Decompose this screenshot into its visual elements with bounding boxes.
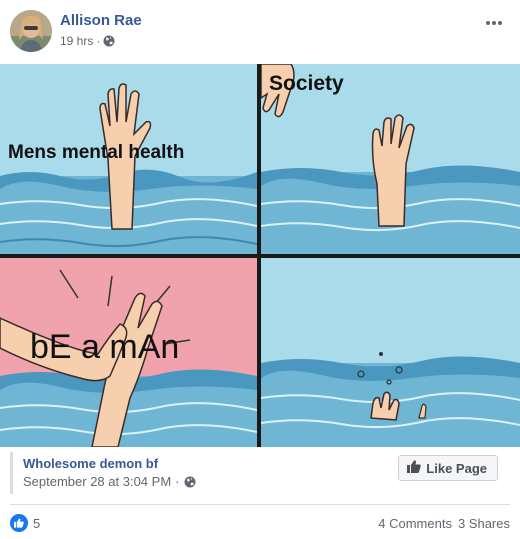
panel-1-caption: Mens mental health <box>8 142 185 163</box>
comments-count[interactable]: 4 Comments <box>378 516 452 531</box>
post-meta: 19 hrs · <box>60 34 115 48</box>
post-header: Allison Rae 19 hrs · <box>0 0 520 62</box>
meme-panel-2: Society <box>261 64 520 254</box>
globe-icon[interactable] <box>184 476 196 488</box>
author-name[interactable]: Allison Rae <box>60 12 142 29</box>
meme-panel-4 <box>261 258 520 447</box>
source-meta-separator: · <box>175 474 180 489</box>
thumbs-up-icon <box>407 460 422 476</box>
like-reaction-icon <box>10 514 28 532</box>
engagement-counts: 4 Comments 3 Shares <box>378 516 510 531</box>
reactions-summary[interactable]: 5 <box>10 514 40 532</box>
like-page-label: Like Page <box>426 460 487 476</box>
meme-panel-1: Mens mental health <box>0 64 257 254</box>
globe-icon[interactable] <box>103 35 115 47</box>
meme-panel-3: bE a mAn <box>0 258 257 447</box>
meta-separator: · <box>96 34 101 48</box>
facebook-post: Allison Rae 19 hrs · Mens mental health … <box>0 0 520 539</box>
divider <box>10 504 510 505</box>
source-page-name[interactable]: Wholesome demon bf <box>23 456 158 471</box>
like-page-button[interactable]: Like Page <box>398 455 498 481</box>
source-post-meta: September 28 at 3:04 PM · <box>23 474 196 489</box>
ellipsis-icon[interactable] <box>486 12 506 25</box>
shared-from-attribution: Wholesome demon bf September 28 at 3:04 … <box>10 452 510 494</box>
reaction-count: 5 <box>33 515 41 531</box>
post-stats: 5 4 Comments 3 Shares <box>10 514 510 534</box>
panel-2-caption: Society <box>269 72 344 95</box>
post-time[interactable]: 19 hrs <box>60 34 93 48</box>
source-post-date[interactable]: September 28 at 3:04 PM <box>23 474 171 489</box>
meme-image[interactable]: Mens mental health Society bE a mAn <box>0 64 520 447</box>
author-avatar[interactable] <box>10 10 52 52</box>
shares-count[interactable]: 3 Shares <box>458 516 510 531</box>
panel-3-caption: bE a mAn <box>30 328 180 366</box>
